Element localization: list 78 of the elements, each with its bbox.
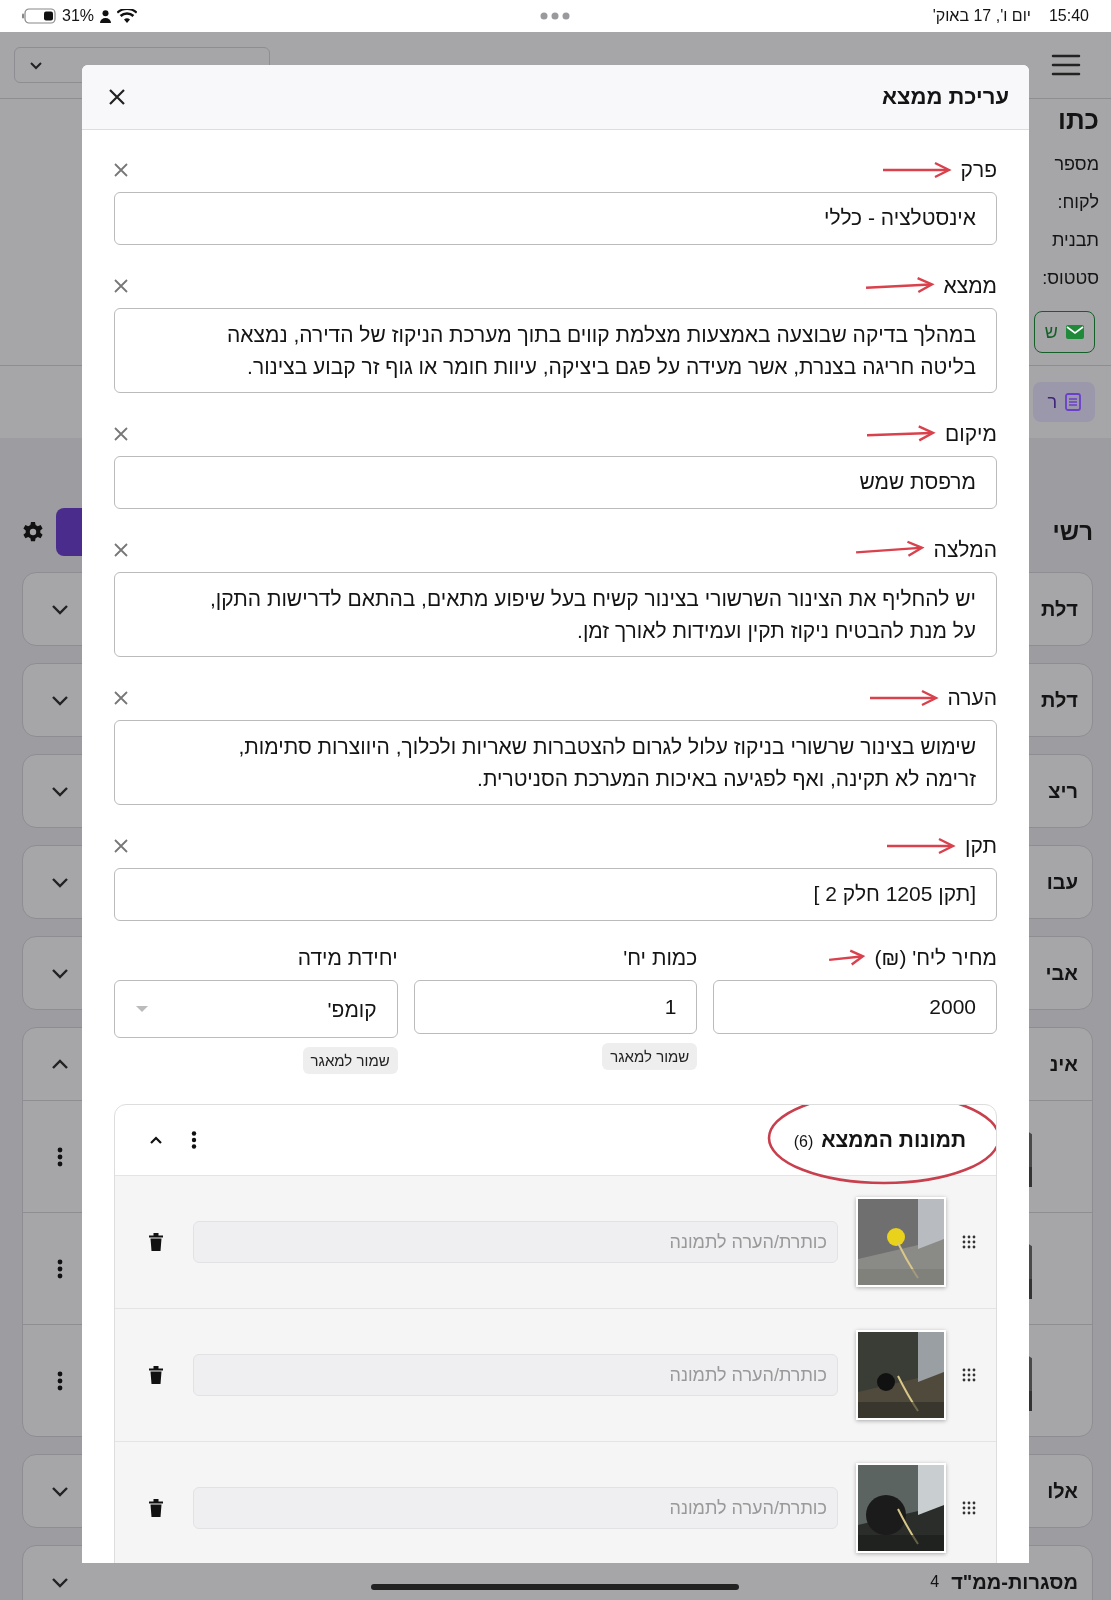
clear-icon[interactable] — [114, 279, 128, 293]
category-count: 4 — [930, 1573, 940, 1591]
info-line: מספר — [1054, 153, 1099, 176]
category-label: ריצ — [1048, 779, 1078, 803]
field-label: ממצא — [943, 274, 997, 298]
drag-handle-icon[interactable] — [962, 1368, 976, 1382]
category-label: דלת — [1040, 688, 1078, 712]
menu-icon[interactable] — [1051, 54, 1081, 76]
save-to-library-button[interactable]: שמור למאגר — [302, 1046, 398, 1074]
wifi-icon — [117, 8, 138, 24]
input-field[interactable]: מרפסת שמש — [114, 456, 997, 509]
clear-icon[interactable] — [114, 839, 128, 853]
category-label: אינ — [1049, 1052, 1078, 1076]
more-vertical-icon[interactable] — [191, 1131, 197, 1149]
drag-handle-icon[interactable] — [962, 1235, 976, 1249]
more-vertical-icon[interactable] — [57, 1258, 63, 1279]
unit-select[interactable]: קומפ' — [114, 980, 398, 1038]
list-title: רשי — [1052, 518, 1093, 546]
chevron-down-icon[interactable] — [51, 1485, 69, 1497]
chevron-up-icon[interactable] — [51, 1058, 69, 1070]
envelope-icon — [1066, 325, 1084, 339]
category-label: אלו — [1047, 1479, 1078, 1503]
more-vertical-icon[interactable] — [57, 1370, 63, 1391]
chevron-down-icon[interactable] — [51, 876, 69, 888]
chevron-down-icon[interactable] — [51, 967, 69, 979]
input-field[interactable]: 1 — [413, 980, 698, 1034]
clear-icon[interactable] — [114, 691, 128, 705]
clear-icon[interactable] — [114, 427, 128, 441]
category-label: אבי — [1045, 961, 1078, 985]
more-vertical-icon[interactable] — [57, 1146, 63, 1167]
text-area[interactable]: במהלך בדיקה שבוצעה באמצעות מצלמת קווים בתוך מערכת הניקוז של הדירה, נמצאה בליטה חריגה בצנרת, אשר מעידה על פגם ביציקה, עיוות חומר או גוף זר קבוע בצינור. — [114, 308, 997, 393]
field-label: יחידת מידה — [297, 946, 398, 970]
report-button[interactable]: ר — [1033, 382, 1095, 422]
more-dots-icon — [540, 12, 570, 20]
input-field[interactable]: 2000 — [713, 980, 997, 1034]
chevron-down-icon[interactable] — [51, 785, 69, 797]
text-area[interactable]: יש להחליף את הצינור השרשורי בצינור קשיח בעל שיפוע מתאים, בהתאם לדרישות התקן, על מנת להבטיח ניקוז תקין ועמידות לאורך זמן. — [114, 572, 997, 657]
photos-count: (6) — [793, 1133, 814, 1151]
field-label: תקן — [965, 834, 997, 858]
battery-percent: 31% — [62, 7, 95, 25]
chevron-down-icon — [29, 60, 43, 70]
field-label: פרק — [960, 158, 997, 182]
trash-icon[interactable] — [149, 1233, 163, 1251]
field-label: הערה — [947, 686, 997, 710]
document-icon — [1065, 393, 1081, 411]
category-label: מסגרות-ממ"ד — [951, 1570, 1078, 1594]
status-time: 15:40 — [1048, 7, 1089, 25]
photos-title: תמונות הממצא — [821, 1128, 966, 1152]
field-label: כמות יח' — [623, 946, 698, 970]
close-icon[interactable] — [108, 88, 126, 106]
info-line: תבנית — [1052, 229, 1099, 252]
chevron-down-icon[interactable] — [51, 603, 69, 615]
clear-icon[interactable] — [114, 543, 128, 557]
settings-icon[interactable] — [22, 521, 44, 543]
text-area[interactable]: שימוש בצינור שרשורי בניקוז עלול לגרום להצטברות שאריות ולכלוך, היווצרות סתימות, זרימה לא תקינה, ואף לפגיעה באיכות המערכת הסניטרית. — [114, 720, 997, 805]
clear-icon[interactable] — [114, 163, 128, 177]
input-field[interactable]: [תקן 1205 חלק 2 ] — [114, 868, 997, 921]
person-icon — [100, 9, 112, 23]
drag-handle-icon[interactable] — [962, 1501, 976, 1515]
chevron-down-icon[interactable] — [51, 694, 69, 706]
field-label: מיקום — [945, 422, 997, 446]
chevron-down-icon[interactable] — [51, 1576, 69, 1588]
status-date: יום ו', 17 באוק' — [932, 7, 1031, 25]
battery-icon — [22, 8, 56, 24]
info-line: לקוח: — [1057, 191, 1099, 214]
info-line: סטטוס: — [1042, 267, 1099, 290]
dropdown-caret-icon — [135, 1005, 149, 1013]
save-to-library-button[interactable]: שמור למאגר — [602, 1042, 698, 1070]
trash-icon[interactable] — [149, 1499, 163, 1517]
dialog-title: עריכת ממצא — [882, 84, 1009, 110]
chevron-up-icon[interactable] — [149, 1135, 163, 1145]
input-field[interactable]: אינסטלציה - כללי — [114, 192, 997, 245]
category-label: עבו — [1046, 870, 1078, 894]
field-label: מחיר ליח' (₪) — [874, 946, 997, 970]
page-title: כתו — [1058, 105, 1099, 137]
field-label: המלצה — [933, 538, 997, 562]
trash-icon[interactable] — [149, 1366, 163, 1384]
category-label: דלת — [1040, 597, 1078, 621]
